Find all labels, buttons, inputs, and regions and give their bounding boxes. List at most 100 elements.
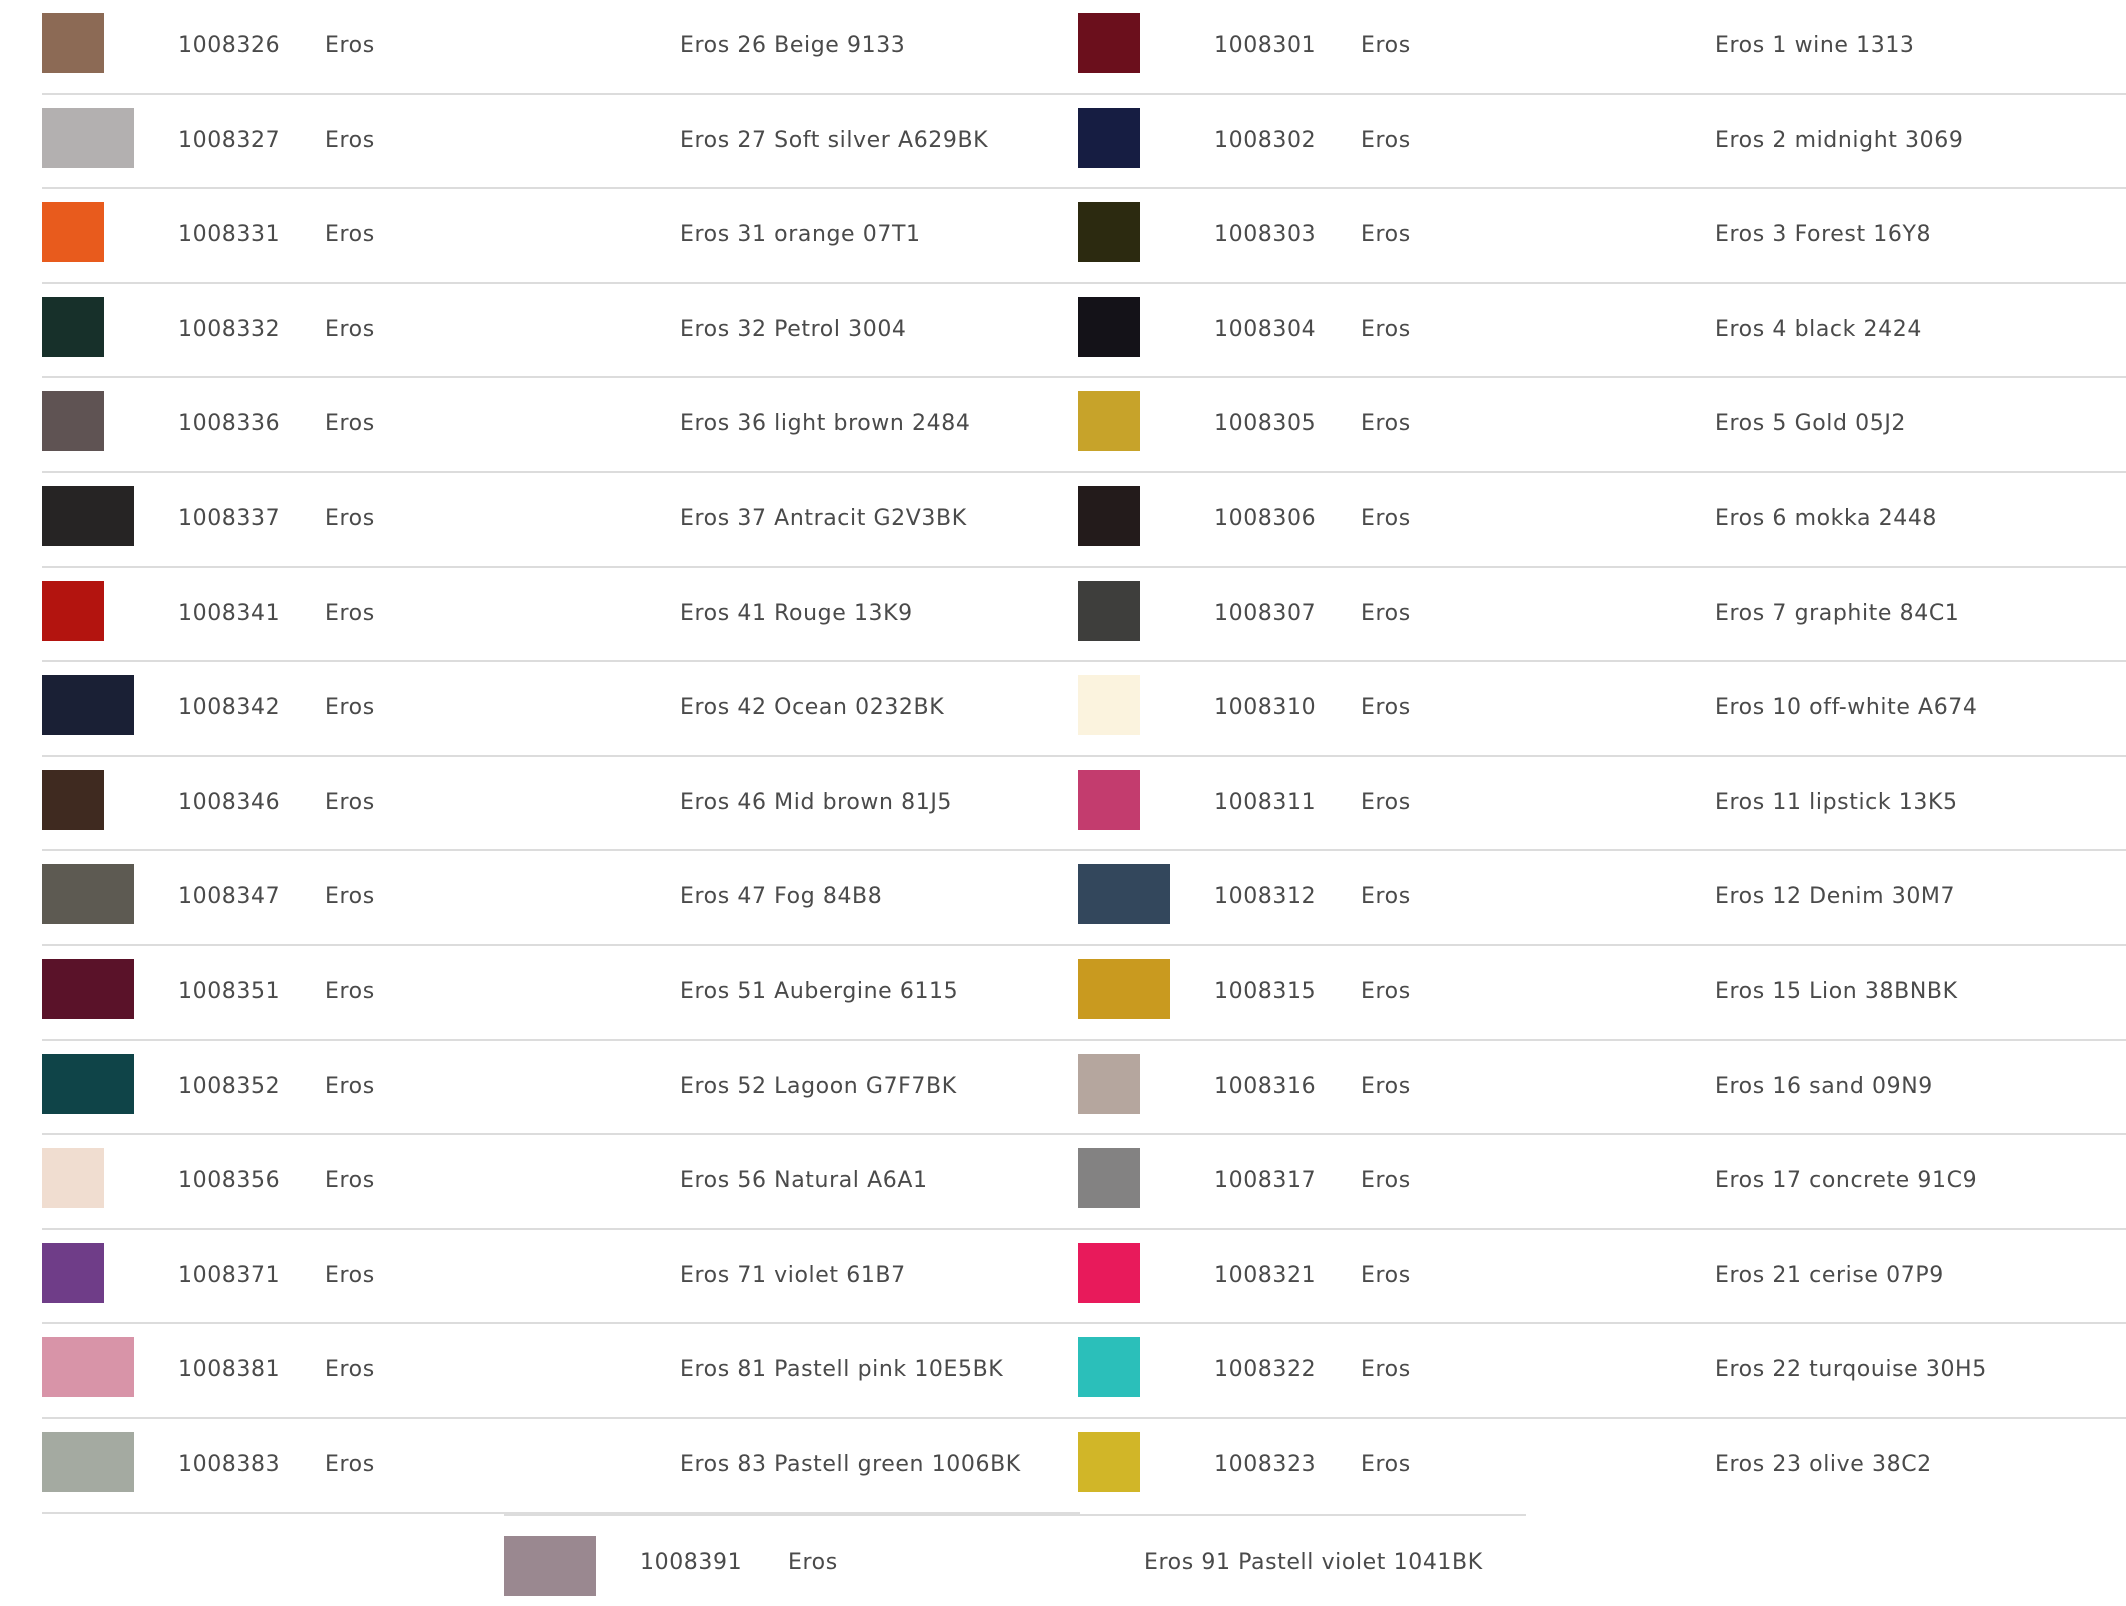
color-swatch bbox=[42, 769, 104, 830]
color-swatch bbox=[42, 485, 134, 546]
article-number: 1008352 bbox=[178, 1073, 281, 1099]
list-item: 1008346 Eros Eros 46 Mid brown 81J5 bbox=[42, 757, 1080, 852]
article-number: 1008304 bbox=[1214, 316, 1317, 342]
left-swatch-list: 1008326 Eros Eros 26 Beige 9133 1008327 … bbox=[42, 0, 1080, 1514]
color-swatch bbox=[1078, 1242, 1140, 1303]
article-number: 1008391 bbox=[640, 1550, 743, 1575]
color-description: Eros 17 concrete 91C9 bbox=[1715, 1168, 1978, 1194]
brand-name: Eros bbox=[1361, 1073, 1411, 1099]
article-number: 1008337 bbox=[178, 505, 281, 531]
list-item: 1008301 Eros Eros 1 wine 1313 bbox=[1078, 0, 2126, 95]
color-swatch bbox=[42, 958, 134, 1019]
brand-name: Eros bbox=[1361, 33, 1411, 58]
article-number: 1008321 bbox=[1214, 1262, 1317, 1288]
article-number: 1008303 bbox=[1214, 222, 1317, 248]
color-swatch bbox=[42, 1053, 134, 1114]
article-number: 1008331 bbox=[178, 222, 281, 248]
color-description: Eros 71 violet 61B7 bbox=[680, 1262, 906, 1288]
color-description: Eros 15 Lion 38BNBK bbox=[1715, 978, 1958, 1004]
brand-name: Eros bbox=[325, 1073, 375, 1099]
article-number: 1008342 bbox=[178, 695, 281, 721]
color-description: Eros 4 black 2424 bbox=[1715, 316, 1922, 342]
color-description: Eros 23 olive 38C2 bbox=[1715, 1451, 1932, 1477]
list-item: 1008327 Eros Eros 27 Soft silver A629BK bbox=[42, 95, 1080, 190]
article-number: 1008326 bbox=[178, 33, 281, 58]
list-item: 1008316 Eros Eros 16 sand 09N9 bbox=[1078, 1041, 2126, 1136]
list-item: 1008347 Eros Eros 47 Fog 84B8 bbox=[42, 851, 1080, 946]
color-description: Eros 37 Antracit G2V3BK bbox=[680, 505, 967, 531]
color-swatch bbox=[1078, 13, 1140, 73]
article-number: 1008307 bbox=[1214, 600, 1317, 626]
color-description: Eros 2 midnight 3069 bbox=[1715, 127, 1964, 153]
article-number: 1008341 bbox=[178, 600, 281, 626]
color-description: Eros 42 Ocean 0232BK bbox=[680, 695, 945, 721]
color-description: Eros 56 Natural A6A1 bbox=[680, 1168, 928, 1194]
color-swatch bbox=[1078, 580, 1140, 641]
article-number: 1008311 bbox=[1214, 789, 1317, 815]
article-number: 1008322 bbox=[1214, 1357, 1317, 1383]
article-number: 1008306 bbox=[1214, 505, 1317, 531]
article-number: 1008332 bbox=[178, 316, 281, 342]
color-swatch bbox=[1078, 1148, 1140, 1209]
brand-name: Eros bbox=[1361, 978, 1411, 1004]
brand-name: Eros bbox=[1361, 1262, 1411, 1288]
color-description: Eros 47 Fog 84B8 bbox=[680, 884, 883, 910]
color-swatch bbox=[42, 107, 134, 168]
list-item: 1008336 Eros Eros 36 light brown 2484 bbox=[42, 378, 1080, 473]
list-item: 1008391 Eros Eros 91 Pastell violet 1041… bbox=[504, 1514, 1526, 1600]
list-item: 1008331 Eros Eros 31 orange 07T1 bbox=[42, 189, 1080, 284]
color-swatch bbox=[1078, 864, 1170, 925]
color-description: Eros 3 Forest 16Y8 bbox=[1715, 222, 1932, 248]
color-description: Eros 12 Denim 30M7 bbox=[1715, 884, 1956, 910]
color-description: Eros 10 off-white A674 bbox=[1715, 695, 1978, 721]
brand-name: Eros bbox=[325, 316, 375, 342]
color-description: Eros 26 Beige 9133 bbox=[680, 33, 906, 58]
color-swatch bbox=[42, 391, 104, 452]
brand-name: Eros bbox=[1361, 505, 1411, 531]
article-number: 1008351 bbox=[178, 978, 281, 1004]
brand-name: Eros bbox=[325, 1451, 375, 1477]
article-number: 1008312 bbox=[1214, 884, 1317, 910]
color-swatch bbox=[1078, 391, 1140, 452]
color-description: Eros 6 mokka 2448 bbox=[1715, 505, 1938, 531]
color-swatch bbox=[1078, 107, 1140, 168]
color-swatch bbox=[1078, 958, 1170, 1019]
list-item: 1008315 Eros Eros 15 Lion 38BNBK bbox=[1078, 946, 2126, 1041]
list-item: 1008304 Eros Eros 4 black 2424 bbox=[1078, 284, 2126, 379]
color-swatch bbox=[1078, 675, 1140, 736]
color-swatch bbox=[504, 1536, 596, 1596]
brand-name: Eros bbox=[325, 1357, 375, 1383]
article-number: 1008327 bbox=[178, 127, 281, 153]
color-swatch bbox=[42, 296, 104, 357]
article-number: 1008371 bbox=[178, 1262, 281, 1288]
list-item: 1008371 Eros Eros 71 violet 61B7 bbox=[42, 1230, 1080, 1325]
list-item: 1008302 Eros Eros 2 midnight 3069 bbox=[1078, 95, 2126, 190]
color-description: Eros 16 sand 09N9 bbox=[1715, 1073, 1933, 1099]
brand-name: Eros bbox=[325, 789, 375, 815]
list-item: 1008312 Eros Eros 12 Denim 30M7 bbox=[1078, 851, 2126, 946]
brand-name: Eros bbox=[325, 884, 375, 910]
list-item: 1008351 Eros Eros 51 Aubergine 6115 bbox=[42, 946, 1080, 1041]
brand-name: Eros bbox=[325, 1168, 375, 1194]
brand-name: Eros bbox=[1361, 127, 1411, 153]
list-item: 1008381 Eros Eros 81 Pastell pink 10E5BK bbox=[42, 1324, 1080, 1419]
article-number: 1008356 bbox=[178, 1168, 281, 1194]
color-description: Eros 91 Pastell violet 1041BK bbox=[1144, 1550, 1483, 1575]
article-number: 1008323 bbox=[1214, 1451, 1317, 1477]
list-item: 1008383 Eros Eros 83 Pastell green 1006B… bbox=[42, 1419, 1080, 1514]
list-item: 1008342 Eros Eros 42 Ocean 0232BK bbox=[42, 662, 1080, 757]
article-number: 1008310 bbox=[1214, 695, 1317, 721]
article-number: 1008317 bbox=[1214, 1168, 1317, 1194]
color-description: Eros 51 Aubergine 6115 bbox=[680, 978, 959, 1004]
brand-name: Eros bbox=[1361, 1357, 1411, 1383]
color-swatch bbox=[1078, 485, 1140, 546]
brand-name: Eros bbox=[325, 33, 375, 58]
color-swatch bbox=[1078, 1431, 1140, 1492]
color-swatch bbox=[1078, 296, 1140, 357]
brand-name: Eros bbox=[325, 127, 375, 153]
list-item: 1008356 Eros Eros 56 Natural A6A1 bbox=[42, 1135, 1080, 1230]
color-description: Eros 52 Lagoon G7F7BK bbox=[680, 1073, 957, 1099]
right-swatch-list: 1008301 Eros Eros 1 wine 1313 1008302 Er… bbox=[1078, 0, 2126, 1514]
list-item: 1008341 Eros Eros 41 Rouge 13K9 bbox=[42, 568, 1080, 663]
brand-name: Eros bbox=[325, 1262, 375, 1288]
